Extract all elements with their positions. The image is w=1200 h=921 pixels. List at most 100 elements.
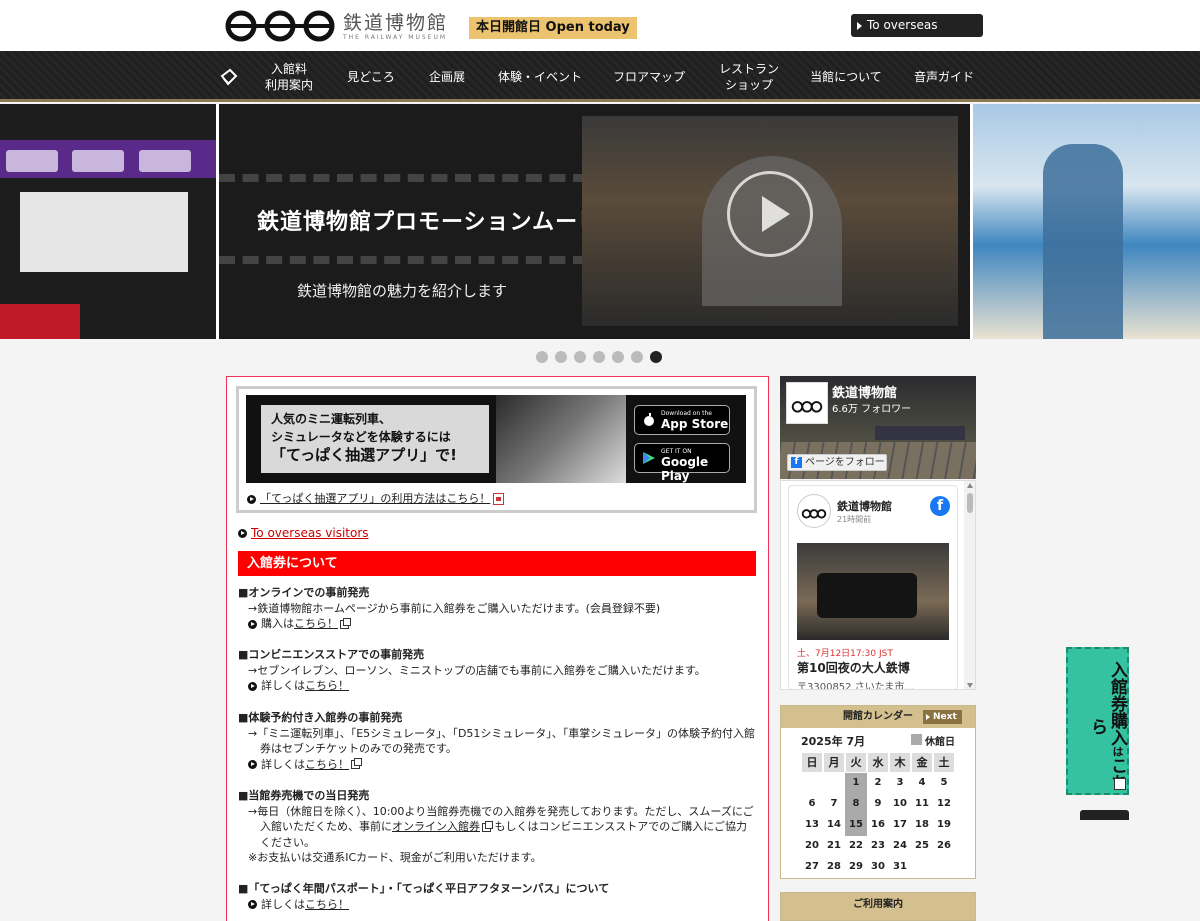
online-purchase-link[interactable]: こちら！ (294, 617, 338, 630)
logo-subtitle: THE RAILWAY MUSEUM (343, 34, 448, 41)
promo-video-thumbnail[interactable] (582, 116, 958, 326)
carousel-dot-active[interactable] (650, 351, 662, 363)
nav-restaurant-shop[interactable]: レストラン ショップ (712, 51, 786, 102)
lottery-app-banner[interactable]: 人気のミニ運転列車、 シミュレータなどを体験するには 「てっぱく抽選アプリ」で!… (246, 395, 746, 483)
calendar-day[interactable]: 4 (911, 773, 933, 794)
calendar-day[interactable]: 26 (933, 836, 955, 857)
scroll-thumb[interactable] (967, 493, 973, 513)
nav-events[interactable]: 体験・イベント (492, 51, 588, 102)
nav-admission[interactable]: 入館料 利用案内 (254, 51, 324, 102)
railway-museum-logo-icon[interactable] (225, 10, 335, 42)
calendar-day[interactable]: 13 (801, 815, 823, 836)
carousel-dot[interactable] (631, 351, 643, 363)
facebook-feed: 鉄道博物館 21時間前 f 土、7月12日17:30 JST 第10回夜の大人鉄… (780, 480, 976, 690)
calendar-next-button[interactable]: Next (923, 710, 962, 724)
slide-previous[interactable] (0, 104, 216, 339)
carousel-dot[interactable] (574, 351, 586, 363)
calendar-day[interactable]: 6 (801, 794, 823, 815)
google-play-icon (643, 452, 655, 464)
calendar-day[interactable]: 15 (845, 815, 867, 836)
buy-ticket-tab[interactable]: 入館券購入はこちら (1066, 647, 1129, 795)
calendar-day[interactable]: 20 (801, 836, 823, 857)
nav-floor-map[interactable]: フロアマップ (606, 51, 692, 102)
promo-subtitle: 鉄道博物館の魅力を紹介します (297, 282, 508, 300)
overseas-visitors-link[interactable]: To overseas visitors (238, 526, 369, 540)
slide-next[interactable] (973, 104, 1200, 339)
reservation-ticket-link[interactable]: こちら！ (305, 758, 349, 771)
lottery-app-howto-link[interactable]: 「てっぱく抽選アプリ」の利用方法はこちら！ (247, 490, 505, 506)
google-play-button[interactable]: GET IT ON Google Play (634, 443, 730, 483)
slide-promotion-movie[interactable]: 鉄道博物館プロモーションムービー 鉄道博物館の魅力を紹介します (219, 104, 970, 339)
external-link-icon (482, 820, 493, 832)
calendar-month: 2025年 7月 (801, 735, 866, 748)
calendar-day[interactable]: 24 (889, 836, 911, 857)
post-image[interactable] (797, 543, 949, 640)
calendar-title: 開館カレンダー (843, 711, 913, 722)
calendar-grid: 日月火水木金土 1 2 3 4 5 6 7 8 9 10 11 12 13 14 15 16 17 18 19 20 21… (801, 752, 955, 878)
ticket-pencil-icon[interactable] (219, 67, 239, 87)
calendar-day[interactable]: 22 (845, 836, 867, 857)
carousel-dot[interactable] (612, 351, 624, 363)
calendar-day[interactable]: 31 (889, 857, 911, 878)
play-icon[interactable] (727, 171, 813, 257)
calendar-day (933, 857, 955, 878)
calendar-day[interactable]: 28 (823, 857, 845, 878)
calendar-day[interactable]: 25 (911, 836, 933, 857)
nav-about[interactable]: 当館について (804, 51, 888, 102)
carousel-dot[interactable] (555, 351, 567, 363)
carousel-dot[interactable] (536, 351, 548, 363)
nav-highlights[interactable]: 見どころ (340, 51, 402, 102)
banner-line-3: 「てっぱく抽選アプリ」で! (271, 446, 457, 464)
post-event-title[interactable]: 第10回夜の大人鉄博 (797, 659, 910, 676)
calendar-day[interactable]: 14 (823, 815, 845, 836)
calendar-day[interactable]: 21 (823, 836, 845, 857)
app-store-button[interactable]: Download on the App Store (634, 405, 730, 435)
calendar-day[interactable]: 12 (933, 794, 955, 815)
online-ticket-link[interactable]: オンライン入館券 (392, 820, 480, 833)
arrow-bullet-icon (238, 529, 247, 538)
calendar-day[interactable]: 10 (889, 794, 911, 815)
carousel-dot[interactable] (593, 351, 605, 363)
scroll-down-icon[interactable] (967, 683, 973, 688)
facebook-post[interactable]: 鉄道博物館 21時間前 f 土、7月12日17:30 JST 第10回夜の大人鉄… (788, 485, 958, 690)
external-link-icon (1114, 778, 1126, 790)
online-presale-block: ■オンラインでの事前発売 →鉄道博物館ホームページから事前に入館券をご購入いただ… (238, 586, 661, 630)
calendar-day[interactable]: 9 (867, 794, 889, 815)
annual-pass-link[interactable]: こちら！ (305, 898, 349, 911)
calendar-day[interactable]: 1 (845, 773, 867, 794)
calendar-day[interactable]: 27 (801, 857, 823, 878)
post-event-address: 〒3300852 さいたま市... (797, 682, 914, 690)
facebook-page-name[interactable]: 鉄道博物館 (832, 382, 897, 401)
post-author[interactable]: 鉄道博物館 (837, 498, 892, 514)
facebook-follow-button[interactable]: ページをフォロー (787, 454, 887, 471)
calendar-day[interactable]: 7 (823, 794, 845, 815)
calendar-day[interactable]: 30 (867, 857, 889, 878)
calendar-day[interactable]: 3 (889, 773, 911, 794)
calendar-day[interactable]: 16 (867, 815, 889, 836)
arrow-bullet-icon (248, 760, 257, 769)
calendar-day[interactable]: 18 (911, 815, 933, 836)
convenience-store-link[interactable]: こちら！ (305, 679, 349, 692)
calendar-day[interactable]: 29 (845, 857, 867, 878)
facebook-page-header[interactable]: 鉄道博物館 6.6万 フォロワー ページをフォロー (780, 376, 976, 479)
site-header: 鉄道博物館 THE RAILWAY MUSEUM 本日開館日 Open toda… (0, 0, 1200, 55)
calendar-day[interactable]: 8 (845, 794, 867, 815)
arrow-bullet-icon (248, 619, 257, 629)
calendar-day (823, 773, 845, 794)
scroll-up-icon[interactable] (967, 483, 973, 488)
nav-exhibitions[interactable]: 企画展 (418, 51, 476, 102)
calendar-weekday: 水 (867, 752, 889, 773)
calendar-day[interactable]: 19 (933, 815, 955, 836)
side-panel-tab[interactable] (1080, 810, 1129, 820)
calendar-day (911, 857, 933, 878)
calendar-day[interactable]: 11 (911, 794, 933, 815)
calendar-day[interactable]: 17 (889, 815, 911, 836)
nav-audio-guide[interactable]: 音声ガイド (906, 51, 982, 102)
post-time[interactable]: 21時間前 (837, 514, 871, 525)
arrow-bullet-icon (248, 681, 257, 691)
overseas-visitors-button[interactable]: To overseas visitors (851, 14, 983, 55)
feed-scrollbar[interactable] (964, 481, 975, 689)
calendar-day[interactable]: 2 (867, 773, 889, 794)
calendar-day[interactable]: 5 (933, 773, 955, 794)
calendar-day[interactable]: 23 (867, 836, 889, 857)
